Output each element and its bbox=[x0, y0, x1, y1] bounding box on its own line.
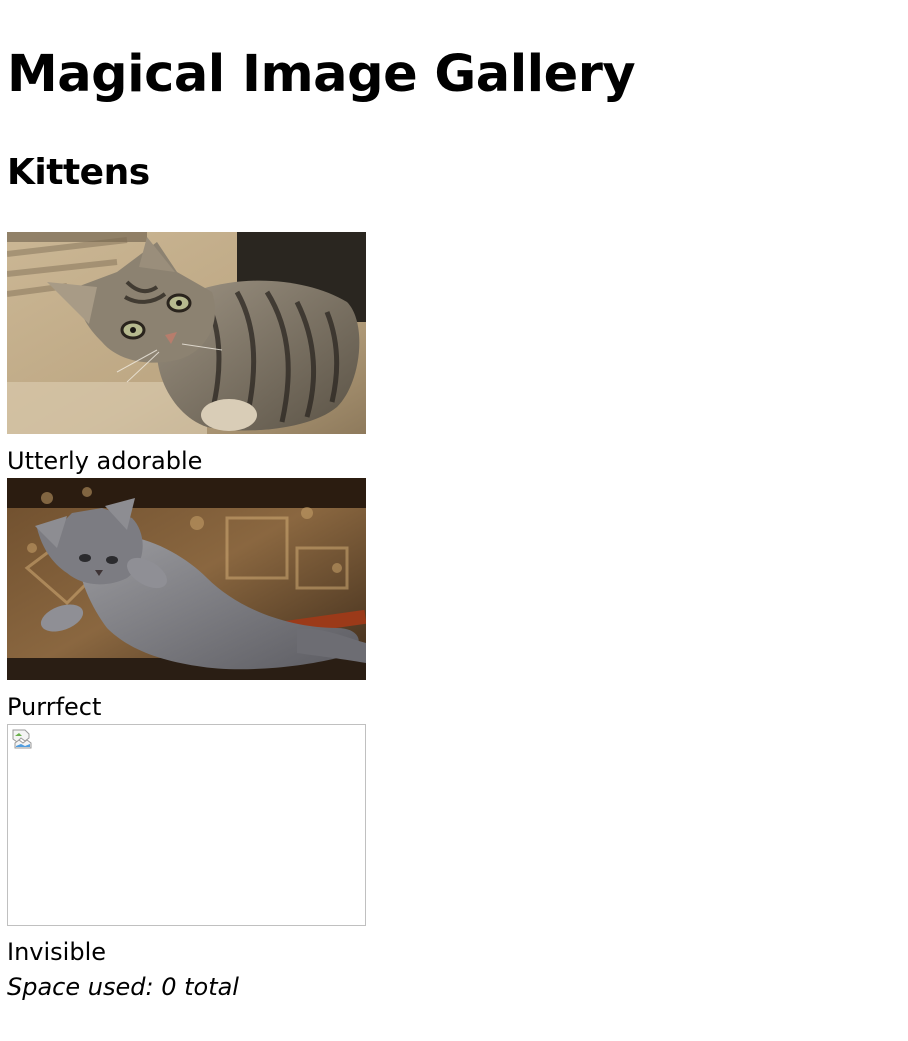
gallery-page: Magical Image Gallery Kittens Utterly ad… bbox=[0, 0, 908, 1041]
gallery-caption: Utterly adorable bbox=[7, 447, 203, 475]
gallery-image-tabby-kitten bbox=[7, 232, 366, 434]
page-title: Magical Image Gallery bbox=[7, 45, 636, 104]
space-used-note: Space used: 0 total bbox=[7, 973, 239, 1001]
broken-image-icon bbox=[12, 729, 32, 749]
gallery-image-broken bbox=[7, 724, 366, 926]
section-heading: Kittens bbox=[7, 152, 150, 193]
gallery-image-grey-kitten bbox=[7, 478, 366, 680]
gallery-caption: Invisible bbox=[7, 938, 106, 966]
gallery-caption: Purrfect bbox=[7, 693, 102, 721]
